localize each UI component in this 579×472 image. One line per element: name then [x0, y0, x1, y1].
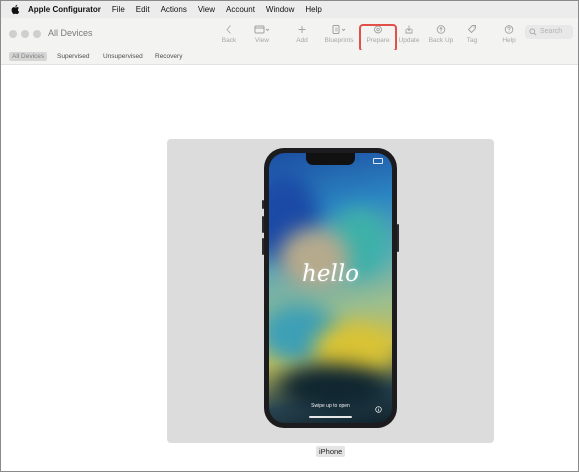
chevron-left-icon: [218, 24, 240, 35]
search-placeholder: Search: [540, 28, 563, 35]
tag-icon: [461, 24, 483, 35]
prepare-highlight-annotation: [359, 24, 397, 52]
apple-logo-icon[interactable]: [10, 4, 20, 15]
search-icon: [529, 28, 537, 36]
back-button-label: Back: [221, 37, 237, 44]
menu-file[interactable]: File: [112, 5, 125, 14]
filter-unsupervised[interactable]: Unsupervised: [100, 52, 146, 61]
back-up-button[interactable]: Back Up: [426, 24, 456, 44]
help-icon: [498, 24, 520, 35]
home-indicator: [309, 416, 352, 418]
help-button[interactable]: Help: [498, 24, 520, 44]
help-button-label: Help: [502, 37, 516, 44]
update-button[interactable]: Update: [396, 24, 422, 44]
update-button-label: Update: [398, 37, 420, 44]
swipe-hint: Swipe up to open: [311, 403, 350, 409]
minimize-window-button[interactable]: [21, 30, 29, 38]
add-button[interactable]: Add: [291, 24, 313, 44]
search-input[interactable]: Search: [525, 25, 573, 39]
filter-bar: All Devices Supervised Unsupervised Reco…: [1, 50, 578, 65]
add-button-label: Add: [296, 37, 308, 44]
info-icon: [375, 406, 382, 413]
menu-view[interactable]: View: [198, 5, 215, 14]
menu-actions[interactable]: Actions: [161, 5, 187, 14]
menu-window[interactable]: Window: [266, 5, 294, 14]
back-button[interactable]: Back: [218, 24, 240, 44]
view-button-label: View: [255, 37, 269, 44]
plus-icon: [291, 24, 313, 35]
blueprints-button[interactable]: Blueprints: [321, 24, 357, 44]
phone-notch: [306, 153, 355, 165]
app-name-menu[interactable]: Apple Configurator: [28, 5, 101, 14]
window-title: All Devices: [48, 28, 93, 38]
tag-button[interactable]: Tag: [461, 24, 483, 44]
filter-recovery[interactable]: Recovery: [152, 52, 185, 61]
hello-greeting: hello: [302, 261, 359, 287]
menu-account[interactable]: Account: [226, 5, 255, 14]
window-toolbar: All Devices Back View Add Blueprints Pre…: [1, 18, 578, 52]
menu-bar: Apple Configurator File Edit Actions Vie…: [1, 1, 578, 18]
battery-icon: [373, 158, 383, 164]
zoom-window-button[interactable]: [33, 30, 41, 38]
update-icon: [396, 24, 422, 35]
back-up-button-label: Back Up: [428, 37, 454, 44]
iphone-device-image: hello Swipe up to open: [262, 148, 399, 428]
view-window-icon: [249, 24, 275, 35]
blueprints-button-label: Blueprints: [324, 37, 354, 44]
menu-help[interactable]: Help: [305, 5, 321, 14]
backup-icon: [426, 24, 456, 35]
filter-all-devices[interactable]: All Devices: [9, 52, 48, 61]
close-window-button[interactable]: [9, 30, 17, 38]
blueprints-icon: [321, 24, 357, 35]
menu-edit[interactable]: Edit: [136, 5, 150, 14]
lock-screen: hello Swipe up to open: [269, 153, 392, 423]
device-name-label[interactable]: iPhone: [316, 446, 346, 457]
device-tile[interactable]: hello Swipe up to open: [167, 139, 494, 443]
tag-button-label: Tag: [466, 37, 478, 44]
filter-supervised[interactable]: Supervised: [54, 52, 93, 61]
view-button[interactable]: View: [249, 24, 275, 44]
